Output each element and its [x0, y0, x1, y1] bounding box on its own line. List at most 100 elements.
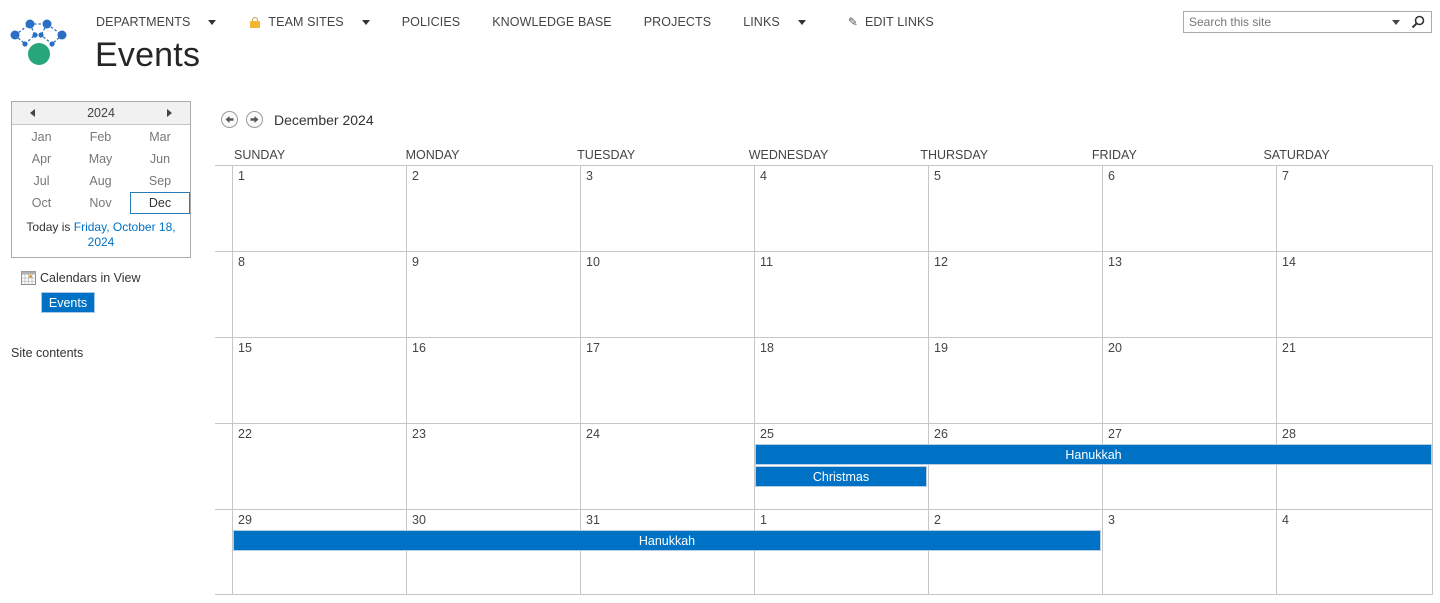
day-number[interactable]: 12 [934, 255, 948, 269]
day-number[interactable]: 5 [934, 169, 941, 183]
day-number[interactable]: 6 [1108, 169, 1115, 183]
day-number[interactable]: 20 [1108, 341, 1122, 355]
month-jul[interactable]: Jul [12, 170, 71, 192]
calendar-day-cell[interactable]: 4 [754, 166, 928, 251]
events-calendar-chip[interactable]: Events [41, 292, 95, 313]
day-number[interactable]: 9 [412, 255, 419, 269]
search-scope-dropdown-icon[interactable] [1392, 19, 1400, 25]
calendar-day-cell[interactable]: 13 [1102, 252, 1276, 337]
month-nov[interactable]: Nov [71, 192, 130, 214]
day-number[interactable]: 17 [586, 341, 600, 355]
calendar-day-cell[interactable]: 4 [1276, 510, 1433, 594]
day-number[interactable]: 24 [586, 427, 600, 441]
day-number[interactable]: 21 [1282, 341, 1296, 355]
nav-policies[interactable]: POLICIES [402, 15, 460, 29]
day-number[interactable]: 26 [934, 427, 948, 441]
calendar-day-cell[interactable]: 12 [928, 252, 1102, 337]
day-number[interactable]: 14 [1282, 255, 1296, 269]
calendar-day-cell[interactable]: 30 [406, 510, 580, 594]
site-contents-link[interactable]: Site contents [11, 346, 83, 360]
calendar-day-cell[interactable]: 20 [1102, 338, 1276, 423]
day-number[interactable]: 22 [238, 427, 252, 441]
previous-year-icon[interactable] [30, 109, 35, 117]
calendar-day-cell[interactable]: 3 [1102, 510, 1276, 594]
day-number[interactable]: 2 [412, 169, 419, 183]
calendar-day-cell[interactable]: 23 [406, 424, 580, 509]
calendar-day-cell[interactable]: 6 [1102, 166, 1276, 251]
day-number[interactable]: 29 [238, 513, 252, 527]
month-jan[interactable]: Jan [12, 126, 71, 148]
calendar-event[interactable]: Hanukkah [755, 444, 1432, 465]
day-number[interactable]: 30 [412, 513, 426, 527]
calendar-day-cell[interactable]: 9 [406, 252, 580, 337]
day-number[interactable]: 10 [586, 255, 600, 269]
chevron-down-icon[interactable] [361, 19, 370, 25]
calendar-day-cell[interactable]: 2 [406, 166, 580, 251]
calendar-day-cell[interactable]: 1 [232, 166, 406, 251]
nav-knowledge-base[interactable]: KNOWLEDGE BASE [492, 15, 612, 29]
chevron-down-icon[interactable] [208, 19, 217, 25]
calendar-day-cell[interactable]: 21 [1276, 338, 1433, 423]
month-may[interactable]: May [71, 148, 130, 170]
calendar-day-cell[interactable]: 31 [580, 510, 754, 594]
calendar-day-cell[interactable]: 28 [1276, 424, 1433, 509]
today-link[interactable]: Friday, October 18, 2024 [74, 220, 176, 249]
month-mar[interactable]: Mar [130, 126, 190, 148]
next-year-icon[interactable] [167, 109, 172, 117]
day-number[interactable]: 3 [586, 169, 593, 183]
day-number[interactable]: 18 [760, 341, 774, 355]
calendar-day-cell[interactable]: 5 [928, 166, 1102, 251]
calendar-day-cell[interactable]: 8 [232, 252, 406, 337]
day-number[interactable]: 27 [1108, 427, 1122, 441]
day-number[interactable]: 2 [934, 513, 941, 527]
day-number[interactable]: 16 [412, 341, 426, 355]
day-number[interactable]: 13 [1108, 255, 1122, 269]
month-aug[interactable]: Aug [71, 170, 130, 192]
chevron-down-icon[interactable] [797, 19, 806, 25]
calendar-day-cell[interactable]: 22 [232, 424, 406, 509]
month-dec-selected[interactable]: Dec [130, 192, 190, 214]
calendar-day-cell[interactable]: 17 [580, 338, 754, 423]
month-feb[interactable]: Feb [71, 126, 130, 148]
nav-links[interactable]: LINKS [743, 15, 806, 29]
calendar-day-cell[interactable]: 29 [232, 510, 406, 594]
month-sep[interactable]: Sep [130, 170, 190, 192]
day-number[interactable]: 4 [1282, 513, 1289, 527]
day-number[interactable]: 1 [760, 513, 767, 527]
calendar-day-cell[interactable]: 14 [1276, 252, 1433, 337]
previous-month-button[interactable] [221, 111, 238, 128]
nav-departments[interactable]: DEPARTMENTS [96, 15, 217, 29]
day-number[interactable]: 1 [238, 169, 245, 183]
calendar-day-cell[interactable]: 15 [232, 338, 406, 423]
calendar-day-cell[interactable]: 2 [928, 510, 1102, 594]
edit-links-button[interactable]: ✎ EDIT LINKS [848, 15, 934, 29]
calendar-event[interactable]: Hanukkah [233, 530, 1101, 551]
calendar-day-cell[interactable]: 11 [754, 252, 928, 337]
calendar-day-cell[interactable]: 7 [1276, 166, 1433, 251]
day-number[interactable]: 28 [1282, 427, 1296, 441]
calendar-day-cell[interactable]: 27 [1102, 424, 1276, 509]
next-month-button[interactable] [246, 111, 263, 128]
calendar-day-cell[interactable]: 10 [580, 252, 754, 337]
calendar-day-cell[interactable]: 19 [928, 338, 1102, 423]
site-logo[interactable] [8, 12, 80, 68]
day-number[interactable]: 7 [1282, 169, 1289, 183]
calendar-day-cell[interactable]: 26 [928, 424, 1102, 509]
day-number[interactable]: 25 [760, 427, 774, 441]
search-icon[interactable] [1411, 15, 1425, 29]
calendar-day-cell[interactable]: 16 [406, 338, 580, 423]
day-number[interactable]: 11 [760, 255, 773, 269]
nav-projects[interactable]: PROJECTS [644, 15, 711, 29]
calendar-event[interactable]: Christmas [755, 466, 927, 487]
day-number[interactable]: 23 [412, 427, 426, 441]
search-input[interactable] [1184, 13, 1392, 31]
calendar-day-cell[interactable]: 3 [580, 166, 754, 251]
month-oct[interactable]: Oct [12, 192, 71, 214]
day-number[interactable]: 3 [1108, 513, 1115, 527]
day-number[interactable]: 4 [760, 169, 767, 183]
nav-team-sites[interactable]: TEAM SITES [250, 15, 370, 29]
calendar-day-cell[interactable]: 18 [754, 338, 928, 423]
day-number[interactable]: 15 [238, 341, 252, 355]
month-jun[interactable]: Jun [130, 148, 190, 170]
calendar-day-cell[interactable]: 1 [754, 510, 928, 594]
